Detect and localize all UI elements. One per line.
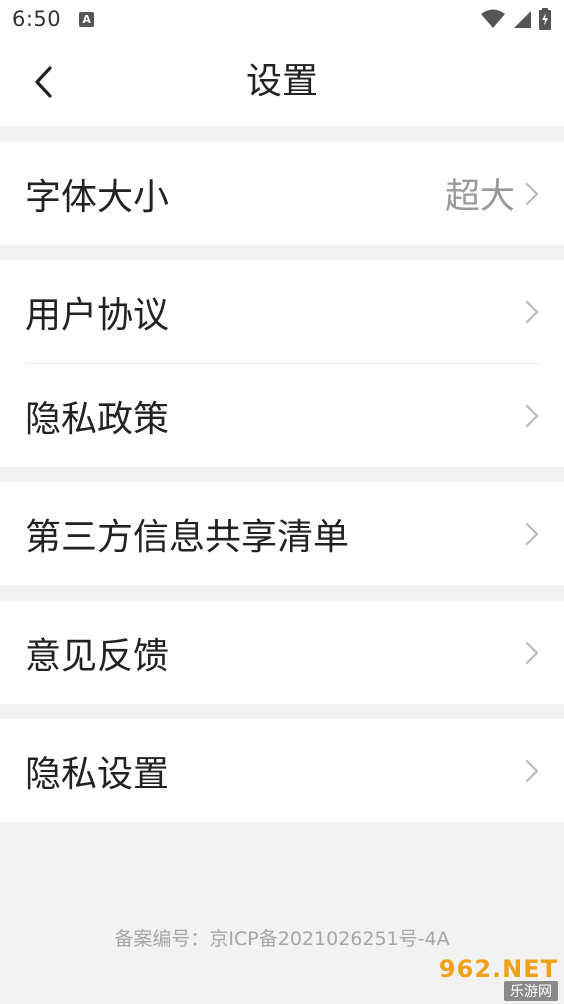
wifi-icon [481,9,505,28]
app-header: 设置 [0,38,564,126]
status-icons [480,8,552,30]
battery-charging-icon [539,8,551,30]
privacy-settings-row[interactable]: 隐私设置 [0,719,564,822]
chevron-right-icon [525,404,539,428]
settings-group-legal: 用户协议 隐私政策 [0,260,564,467]
status-time: 6:50 [12,7,62,31]
third-party-sharing-row[interactable]: 第三方信息共享清单 [0,482,564,585]
third-party-sharing-label: 第三方信息共享清单 [25,516,350,558]
watermark-bottom-text: 乐游网 [504,981,558,1001]
user-agreement-row[interactable]: 用户协议 [0,260,564,363]
notification-a-icon: A [79,11,95,27]
chevron-right-icon [525,522,539,546]
watermark-logo: 962.NET 乐游网 [426,955,558,1001]
watermark-top-text: 962.NET [438,955,558,983]
settings-group-display: 字体大小 超大 [0,142,564,245]
chevron-right-icon [525,182,539,206]
back-button[interactable] [22,60,66,104]
font-size-value: 超大 [444,177,515,217]
feedback-row[interactable]: 意见反馈 [0,601,564,704]
chevron-right-icon [525,641,539,665]
page-title: 设置 [245,61,318,102]
icp-record-text: 备案编号：京ICP备2021026251号-4A [114,928,450,950]
user-agreement-label: 用户协议 [25,294,170,336]
privacy-settings-label: 隐私设置 [25,753,170,795]
status-bar: 6:50 A [0,0,564,38]
signal-icon [514,11,531,28]
privacy-policy-row[interactable]: 隐私政策 [0,364,564,467]
feedback-label: 意见反馈 [25,635,170,677]
back-arrow-icon [35,66,52,98]
chevron-right-icon [525,759,539,783]
privacy-policy-label: 隐私政策 [25,398,170,440]
font-size-row[interactable]: 字体大小 超大 [0,142,564,245]
settings-group-feedback: 意见反馈 [0,601,564,704]
chevron-right-icon [525,300,539,324]
settings-group-sharing: 第三方信息共享清单 [0,482,564,585]
font-size-label: 字体大小 [25,176,170,218]
settings-group-privacy: 隐私设置 [0,719,564,822]
